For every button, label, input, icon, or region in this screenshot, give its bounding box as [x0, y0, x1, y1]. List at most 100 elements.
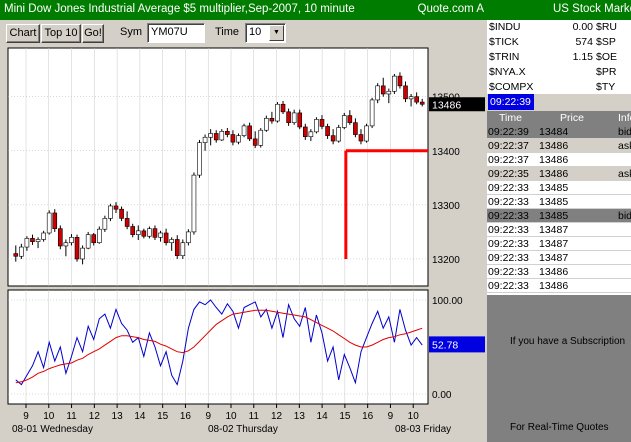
candle — [419, 101, 425, 105]
quote-row[interactable]: $TRIN 1.15 $OE — [487, 50, 631, 65]
chart-svg[interactable]: 1350013400133001320013486100.000.0052.78… — [0, 46, 487, 442]
time-sales-row[interactable]: 09:22:35 13486 ask — [487, 167, 631, 181]
clock-bar: 09:22:39 — [487, 94, 631, 110]
time-sales-row[interactable]: 09:22:33 13485 bid — [487, 209, 631, 223]
market-header: US Stock Market — [487, 0, 631, 20]
indicator-value-label: 52.78 — [432, 339, 458, 351]
candle — [202, 136, 208, 143]
time-sales-time: 09:22:37 — [488, 154, 529, 166]
candle — [24, 238, 30, 248]
candle — [46, 212, 52, 234]
chevron-down-icon[interactable]: ▼ — [269, 25, 284, 41]
toolbar: Chart Top 10 Go! Sym YM07U Time 10 ▼ — [0, 20, 487, 46]
time-sales-row[interactable]: 09:22:33 13485 — [487, 181, 631, 195]
time-sales-info: ask — [618, 140, 631, 152]
quote-row[interactable]: $COMPX $TY — [487, 80, 631, 94]
candle — [225, 131, 230, 135]
quote-symbol-2: $RU — [596, 21, 618, 33]
time-sales-time: 09:22:33 — [488, 182, 529, 194]
x-tick-label: 13 — [294, 411, 306, 422]
time-sales-col-info: Info — [618, 112, 631, 124]
time-sales-col-time: Time — [499, 112, 522, 124]
time-sales-row[interactable]: 09:22:33 13487 — [487, 237, 631, 251]
candle — [269, 118, 275, 122]
time-sales-row[interactable]: 09:22:39 13484 bid — [487, 125, 631, 139]
candle — [96, 228, 102, 244]
time-sales-row[interactable]: 09:22:33 13485 — [487, 195, 631, 209]
x-tick-label: 10 — [225, 411, 237, 422]
candle — [264, 118, 269, 131]
candle — [147, 228, 152, 237]
time-sales-row[interactable]: 09:22:33 13486 — [487, 265, 631, 279]
time-sales-time: 09:22:33 — [488, 196, 529, 208]
top10-button[interactable]: Top 10 — [41, 24, 81, 43]
candle — [336, 127, 342, 142]
x-tick-label: 9 — [23, 411, 29, 422]
indicator-tick-label: 100.00 — [432, 296, 463, 307]
price-panel — [7, 47, 429, 287]
time-sales-price: 13486 — [539, 280, 569, 292]
time-select-value: 10 — [249, 26, 262, 38]
candle — [319, 119, 325, 127]
candle — [330, 135, 336, 142]
candle — [141, 230, 147, 237]
candle — [91, 234, 97, 244]
quote-row[interactable]: $NYA.X $PR — [487, 65, 631, 80]
candle — [208, 133, 213, 138]
candle — [52, 212, 58, 229]
market-title: US Stock Market — [553, 3, 631, 15]
candle — [408, 96, 414, 100]
symbol-input[interactable]: YM07U — [147, 23, 205, 43]
quote-value: 1.15 — [572, 51, 593, 63]
time-sales-row[interactable]: 09:22:33 13487 — [487, 223, 631, 237]
price-tick-label: 13200 — [432, 255, 460, 266]
candle — [30, 238, 35, 242]
candle — [314, 119, 319, 133]
candle — [358, 134, 364, 142]
time-sales-row[interactable]: 09:22:33 13487 — [487, 251, 631, 265]
candle — [124, 218, 130, 227]
quote-symbol-2: $SP — [596, 36, 616, 48]
quote-symbol-2: $PR — [596, 66, 617, 78]
candle — [247, 125, 252, 140]
quote-row[interactable]: $TICK 574 $SP — [487, 35, 631, 50]
time-sales-list[interactable]: 09:22:3913484bid09:22:3713486ask09:22:37… — [487, 125, 631, 295]
symbol-label: Sym — [120, 26, 142, 38]
x-tick-label: 12 — [271, 411, 283, 422]
candle — [58, 228, 63, 247]
quote-row[interactable]: $INDU 0.00 $RU — [487, 20, 631, 35]
candle — [119, 208, 124, 219]
candle — [291, 112, 297, 123]
time-sales-price: 13486 — [539, 266, 569, 278]
time-sales-info: ask — [618, 168, 631, 180]
candle — [397, 75, 403, 87]
chart-button[interactable]: Chart — [6, 24, 40, 43]
candle — [169, 239, 174, 244]
x-tick-label: 9 — [388, 411, 394, 422]
time-sales-price: 13485 — [539, 196, 569, 208]
time-sales-info: bid — [618, 210, 631, 222]
time-sales-row[interactable]: 09:22:33 13486 — [487, 279, 631, 293]
time-select[interactable]: 10 ▼ — [245, 23, 286, 43]
candle — [135, 230, 141, 235]
time-sales-time: 09:22:37 — [488, 140, 529, 152]
candle — [80, 247, 85, 260]
candle — [158, 232, 163, 238]
time-sales-price: 13486 — [539, 154, 569, 166]
time-sales-price: 13486 — [539, 140, 569, 152]
candle — [69, 237, 74, 244]
quote-symbol: $INDU — [489, 21, 521, 33]
time-sales-row[interactable]: 09:22:37 13486 ask — [487, 139, 631, 153]
x-tick-label: 12 — [89, 411, 101, 422]
candle — [102, 218, 108, 230]
candle — [13, 253, 19, 257]
candle — [174, 239, 180, 257]
candle — [353, 122, 358, 135]
x-tick-label: 14 — [134, 411, 146, 422]
quote-symbol-2: $OE — [596, 51, 618, 63]
time-label: Time — [215, 26, 240, 38]
candle — [236, 135, 241, 143]
time-sales-row[interactable]: 09:22:37 13486 — [487, 153, 631, 167]
go-button[interactable]: Go! — [82, 24, 104, 43]
chart-area[interactable]: 1350013400133001320013486100.000.0052.78… — [0, 46, 487, 442]
